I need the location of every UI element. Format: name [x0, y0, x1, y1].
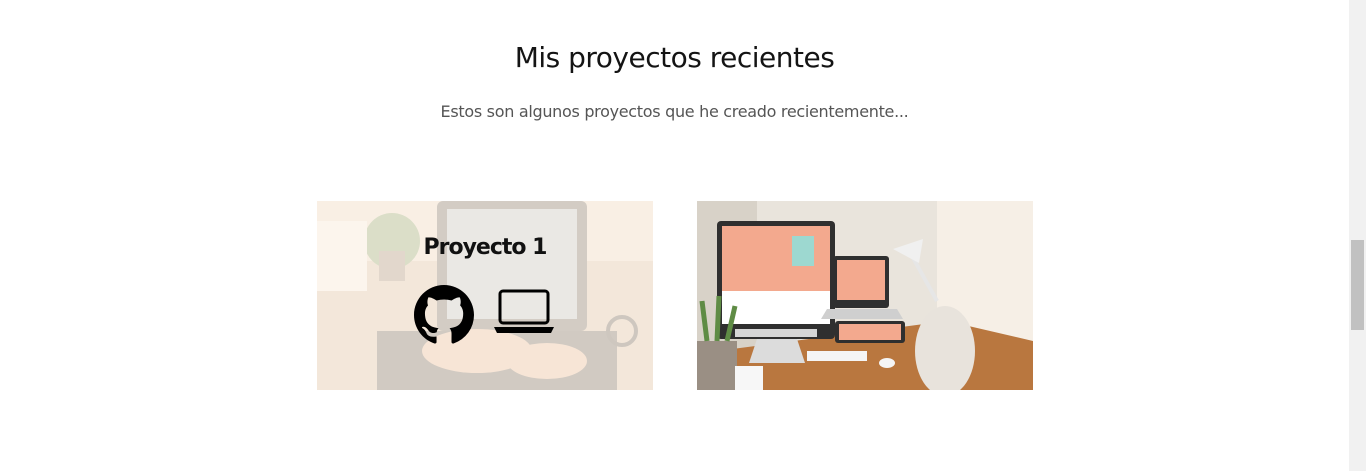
laptop-icon[interactable] [493, 285, 555, 337]
project-card-1[interactable]: Proyecto 1 [317, 201, 653, 390]
project-card-2[interactable] [697, 201, 1033, 390]
section-subtitle: Estos son algunos proyectos que he cread… [440, 102, 909, 121]
project-1-title: Proyecto 1 [423, 235, 548, 260]
project-2-image [697, 201, 1033, 390]
section-title: Mis proyectos recientes [514, 41, 835, 74]
github-icon[interactable] [414, 285, 474, 345]
scrollbar-thumb[interactable] [1351, 240, 1364, 330]
card-hover-overlay [317, 201, 653, 390]
projects-section: Mis proyectos recientes Estos son alguno… [0, 0, 1349, 471]
vertical-scrollbar[interactable] [1349, 0, 1366, 471]
